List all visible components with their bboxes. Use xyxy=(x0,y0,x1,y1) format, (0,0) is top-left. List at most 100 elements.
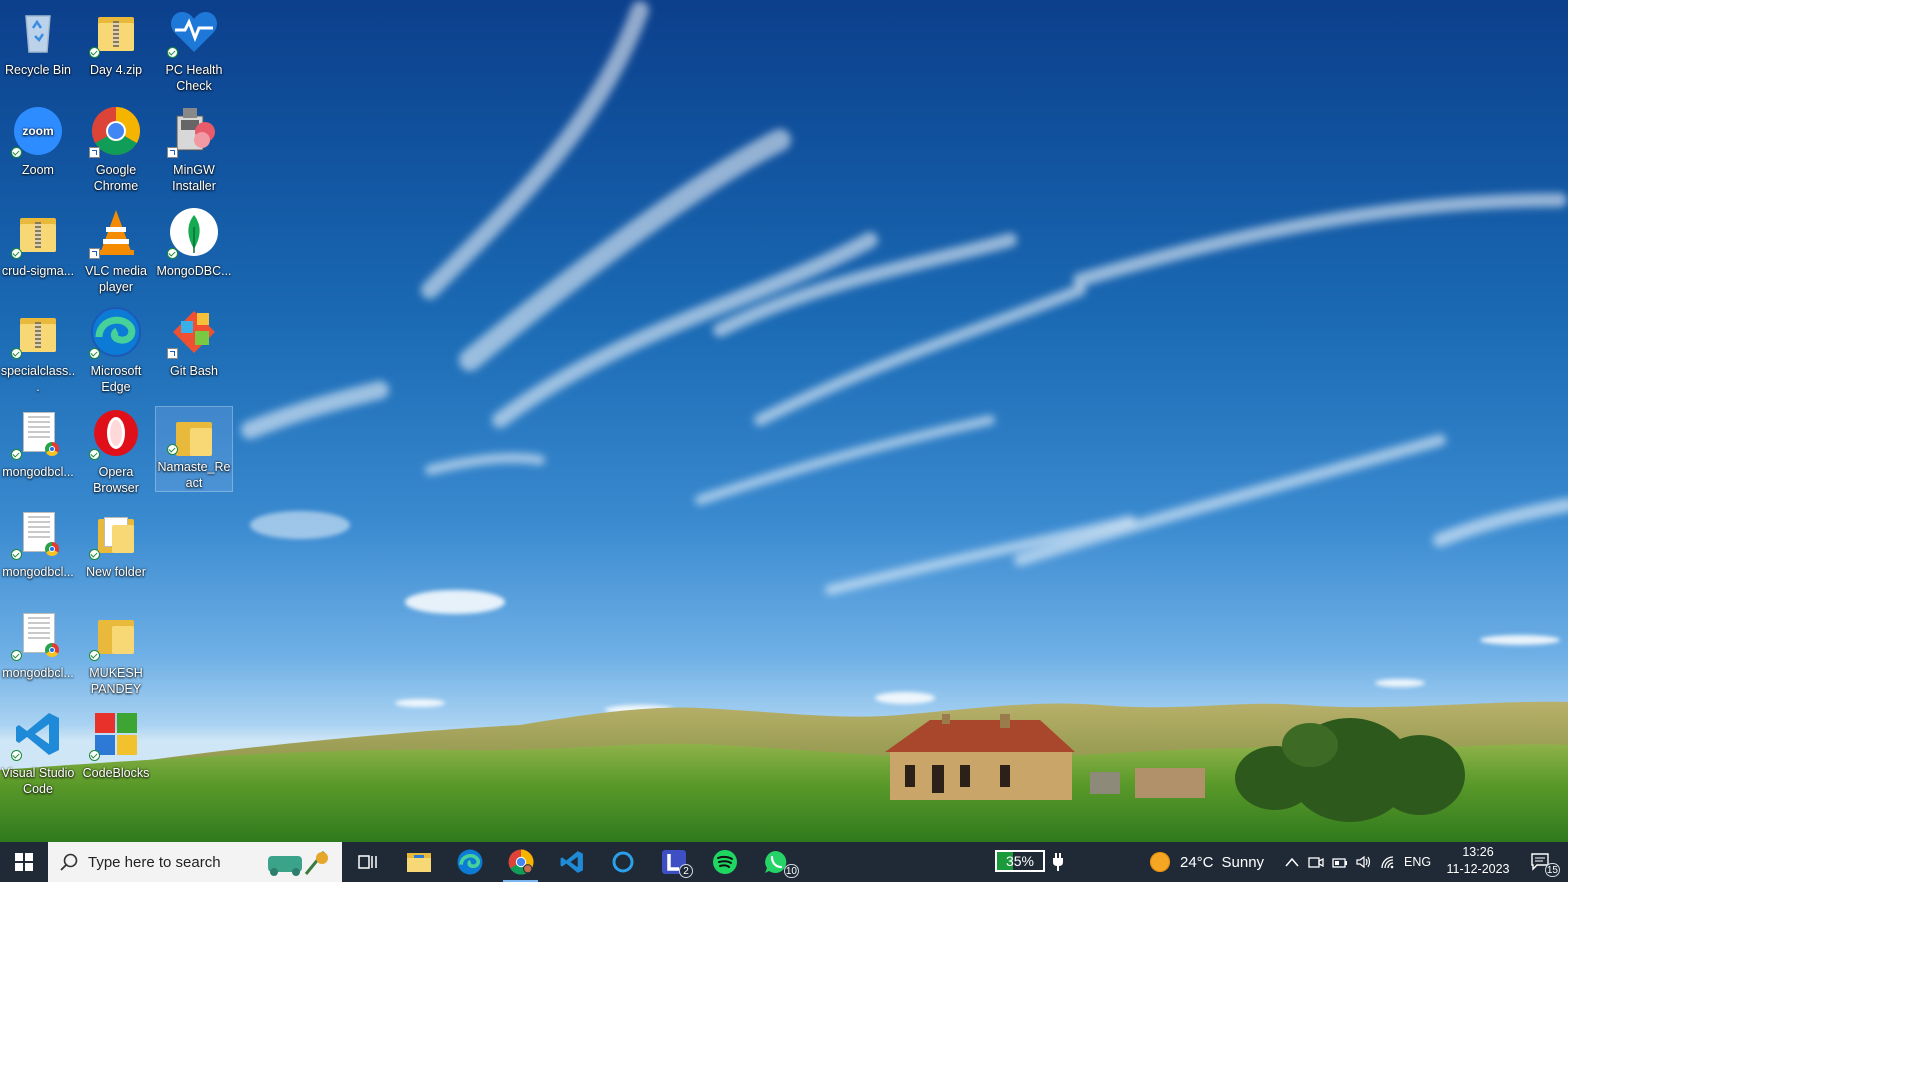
folder-icon xyxy=(167,411,219,456)
task-view-button[interactable] xyxy=(342,842,393,882)
volume-button[interactable] xyxy=(1355,842,1373,882)
desktop-icon-specialclass[interactable]: specialclass... xyxy=(0,303,76,395)
meet-now-button[interactable] xyxy=(1307,842,1325,882)
desktop-wallpaper xyxy=(0,0,1568,842)
wifi-icon xyxy=(1381,856,1394,869)
desktop-icon-label: VLC media player xyxy=(85,264,147,294)
desktop-icon-microsoft-edge[interactable]: Microsoft Edge xyxy=(78,303,154,395)
desktop-icon-mukesh-pandey[interactable]: MUKESH PANDEY xyxy=(78,605,154,697)
sync-status-icon xyxy=(89,650,100,661)
desktop-icon-vlc[interactable]: VLC media player xyxy=(78,203,154,295)
input-language-indicator[interactable]: ENG xyxy=(1404,842,1431,882)
desktop-icon-codeblocks[interactable]: CodeBlocks xyxy=(78,705,154,781)
charging-plug-icon xyxy=(1053,853,1063,871)
network-button[interactable] xyxy=(1379,842,1397,882)
sync-status-icon xyxy=(167,444,178,455)
desktop-icon-git-bash[interactable]: Git Bash xyxy=(156,303,232,379)
desktop-icon-recycle-bin[interactable]: Recycle Bin xyxy=(0,2,76,78)
desktop-icon-label: Zoom xyxy=(22,163,54,177)
desktop-icon-label: New folder xyxy=(86,565,146,579)
sync-status-icon xyxy=(89,549,100,560)
pc-health-check-icon xyxy=(167,6,219,58)
desktop-icon-label: mongodbcl... xyxy=(2,465,74,479)
mingw-installer-icon xyxy=(167,106,219,158)
desktop-icon-label: Day 4.zip xyxy=(89,63,143,77)
weather-widget[interactable]: 24°C Sunny xyxy=(1150,842,1264,882)
recycle-bin-icon xyxy=(13,6,63,56)
battery-indicator[interactable]: 35% xyxy=(995,850,1045,872)
desktop-icon-label: Microsoft Edge xyxy=(90,364,142,394)
edge-icon xyxy=(457,849,482,875)
taskbar-edge[interactable] xyxy=(444,842,495,882)
shortcut-arrow-icon xyxy=(167,348,178,359)
html-document-icon xyxy=(11,408,63,460)
desktop-icon-crud-sigma[interactable]: crud-sigma... xyxy=(0,203,76,279)
desktop-icon-label: Visual Studio Code xyxy=(1,766,75,796)
search-highlight-illustration-icon xyxy=(268,851,328,876)
desktop-icon-label: CodeBlocks xyxy=(82,766,150,780)
taskbar-cortana[interactable] xyxy=(597,842,648,882)
clock-time: 13:26 xyxy=(1462,845,1494,859)
chrome-icon xyxy=(508,849,533,875)
taskbar-lens[interactable]: 2 xyxy=(648,842,699,882)
weather-condition: Sunny xyxy=(1221,853,1265,871)
desktop-icon-mongodb-compass[interactable]: MongoDBC... xyxy=(156,203,232,279)
desktop-icon-vscode[interactable]: Visual Studio Code xyxy=(0,705,76,797)
zoom-icon: zoom xyxy=(11,106,63,158)
taskbar-whatsapp[interactable]: 10 xyxy=(750,842,801,882)
svg-text:zoom: zoom xyxy=(22,124,53,138)
desktop-icon-mingw-installer[interactable]: MinGW Installer xyxy=(156,102,232,194)
sync-status-icon xyxy=(167,248,178,259)
taskbar-search-box[interactable]: Type here to search xyxy=(48,842,342,882)
sync-status-icon xyxy=(11,650,22,661)
action-center-button[interactable]: 15 xyxy=(1524,842,1560,882)
sync-status-icon xyxy=(11,348,22,359)
sync-status-icon xyxy=(89,449,100,460)
spotify-icon xyxy=(712,850,737,874)
git-bash-icon xyxy=(167,307,219,359)
sync-status-icon xyxy=(89,750,100,761)
desktop-icon-label: mongodbcl... xyxy=(2,565,74,579)
shortcut-arrow-icon xyxy=(89,248,100,259)
desktop-icon-label: MUKESH PANDEY xyxy=(89,666,143,696)
sync-status-icon xyxy=(167,47,178,58)
chevron-up-icon xyxy=(1285,857,1299,867)
cortana-icon xyxy=(612,851,633,873)
edge-icon xyxy=(89,307,141,359)
desktop-icon-google-chrome[interactable]: Google Chrome xyxy=(78,102,154,194)
desktop-icon-label: MongoDBC... xyxy=(156,264,232,278)
battery-icon xyxy=(1332,858,1347,868)
notification-badge: 2 xyxy=(679,864,693,878)
desktop-icon-label: PC Health Check xyxy=(165,63,223,93)
taskbar-vscode[interactable] xyxy=(546,842,597,882)
power-status-button[interactable] xyxy=(1331,842,1349,882)
desktop-icon-pc-health-check[interactable]: PC Health Check xyxy=(156,2,232,94)
desktop-icon-mongodbcl-3[interactable]: mongodbcl... xyxy=(0,605,76,681)
desktop-icon-label: Git Bash xyxy=(170,364,218,378)
sync-status-icon xyxy=(11,449,22,460)
sync-status-icon xyxy=(89,47,100,58)
html-document-icon xyxy=(11,508,63,560)
desktop-icon-label: Recycle Bin xyxy=(5,63,71,77)
notification-badge: 15 xyxy=(1544,863,1560,877)
search-placeholder: Type here to search xyxy=(88,853,221,871)
taskbar-spotify[interactable] xyxy=(699,842,750,882)
desktop-icon-new-folder[interactable]: New folder xyxy=(78,504,154,580)
desktop-icon-mongodbcl-2[interactable]: mongodbcl... xyxy=(0,504,76,580)
taskbar-clock[interactable]: 13:26 11-12-2023 xyxy=(1440,844,1516,878)
zip-folder-icon xyxy=(11,207,63,259)
chrome-icon xyxy=(89,106,141,158)
start-button[interactable] xyxy=(0,842,48,882)
system-tray xyxy=(1283,842,1397,882)
taskbar-chrome[interactable] xyxy=(495,842,546,882)
desktop-icon-day4-zip[interactable]: Day 4.zip xyxy=(78,2,154,78)
taskbar-file-explorer[interactable] xyxy=(393,842,444,882)
show-hidden-icons-button[interactable] xyxy=(1283,842,1301,882)
desktop-icon-mongodbcl-1[interactable]: mongodbcl... xyxy=(0,404,76,480)
vscode-icon xyxy=(11,709,63,761)
weather-temperature: 24°C xyxy=(1180,853,1214,871)
desktop-icon-zoom[interactable]: zoom Zoom xyxy=(0,102,76,178)
desktop-icon-label: MinGW Installer xyxy=(172,163,216,193)
desktop-icon-namaste-react[interactable]: Namaste_React xyxy=(155,406,233,492)
desktop-icon-opera-browser[interactable]: Opera Browser xyxy=(78,404,154,496)
